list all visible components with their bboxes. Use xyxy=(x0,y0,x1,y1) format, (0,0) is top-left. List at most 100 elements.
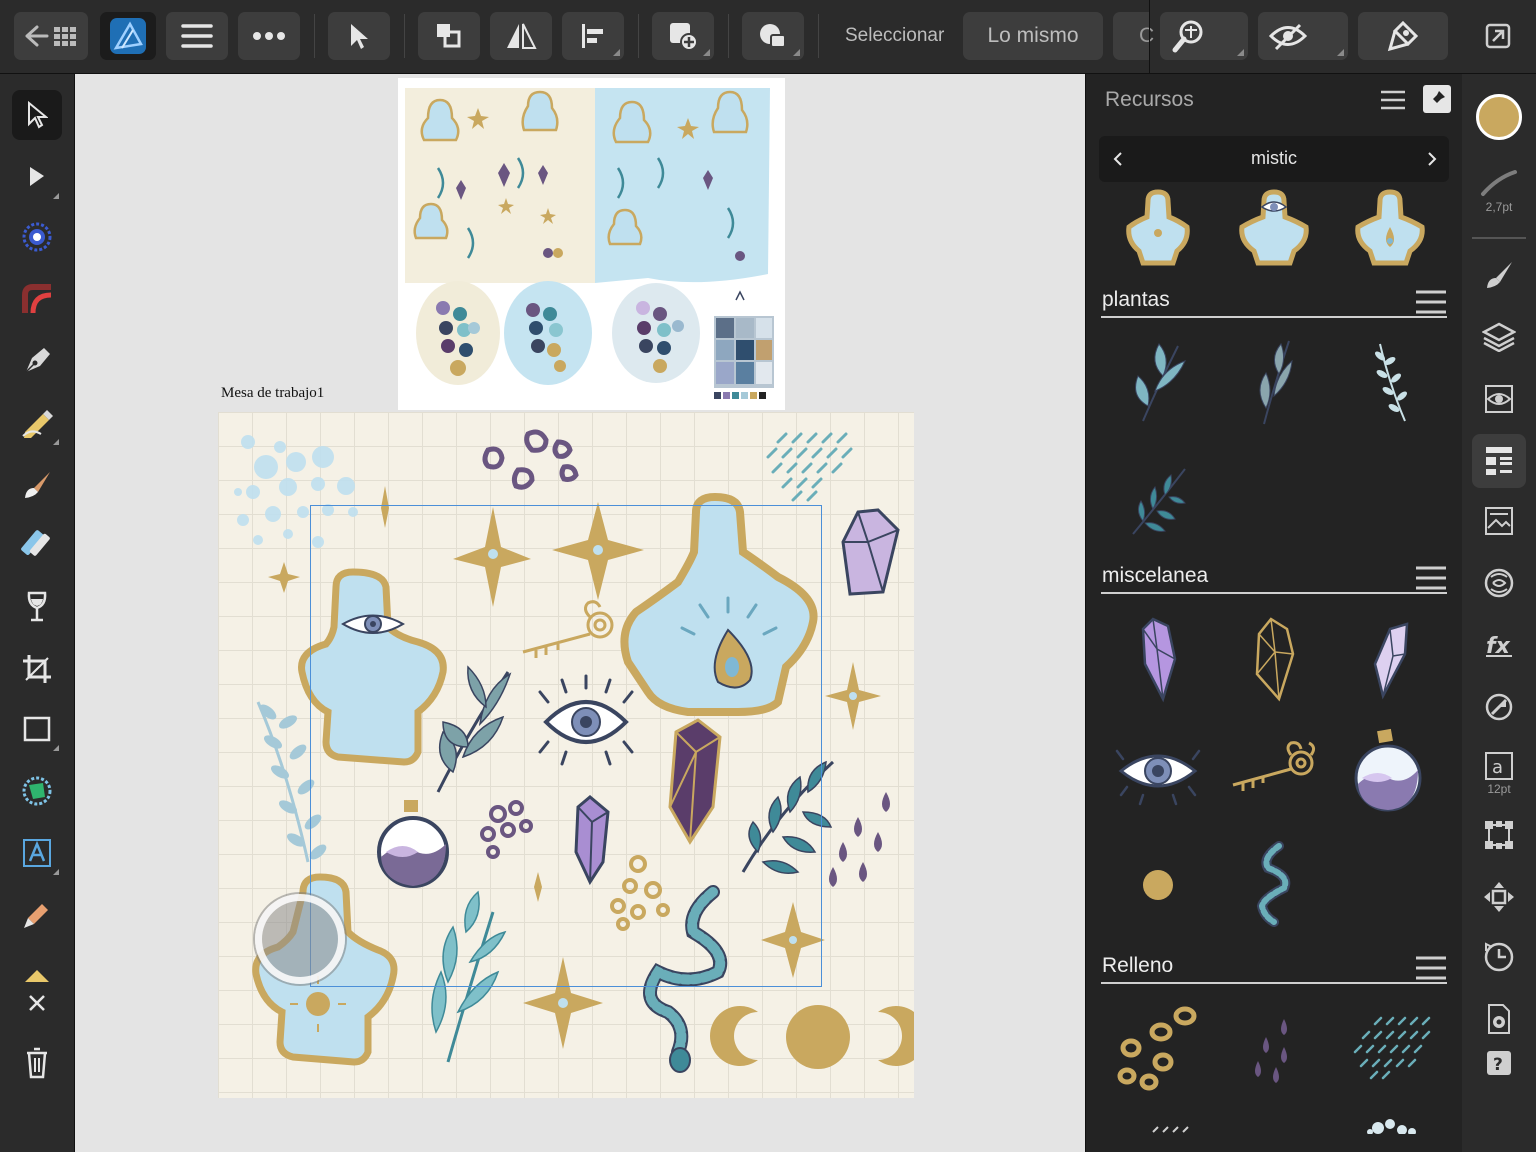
arrow-left-icon xyxy=(25,25,76,47)
asset-eye[interactable] xyxy=(1113,726,1203,816)
stock-image-icon xyxy=(1485,507,1513,535)
fill-brush-icon xyxy=(21,530,50,556)
history-studio-button[interactable] xyxy=(1472,930,1526,984)
artboard-title: Mesa de trabajo1 xyxy=(221,385,325,401)
effects-studio-button[interactable]: fx xyxy=(1472,618,1526,672)
asset-potion[interactable] xyxy=(1345,726,1435,816)
flip-button[interactable] xyxy=(490,12,552,60)
reference-sheet-illustration xyxy=(405,88,777,402)
asset-crystal-lilac[interactable] xyxy=(1345,614,1435,704)
export-button[interactable] xyxy=(1472,12,1524,60)
asset-teal-dashes[interactable] xyxy=(1345,1004,1435,1094)
crystal-icon xyxy=(1141,617,1177,703)
pencil-tool[interactable] xyxy=(12,398,62,448)
snapping-button[interactable] xyxy=(1160,12,1248,60)
pin-panel-button[interactable] xyxy=(1423,85,1451,113)
brushes-studio-button[interactable] xyxy=(1472,248,1526,302)
asset-key[interactable] xyxy=(1229,726,1319,816)
navigator-studio-button[interactable] xyxy=(1472,870,1526,924)
category-selector[interactable]: mistic xyxy=(1099,136,1449,182)
move-tool[interactable] xyxy=(12,90,62,140)
leaf-sprig-icon xyxy=(1375,343,1407,422)
layers-studio-button[interactable] xyxy=(1472,310,1526,364)
section-relleno: Relleno xyxy=(1101,954,1447,984)
chevron-right-icon[interactable] xyxy=(1427,151,1437,167)
asset-pattern-partial-1[interactable] xyxy=(1113,1114,1203,1144)
asset-bubbles-partial[interactable] xyxy=(1345,1114,1435,1144)
asset-leaf-branch-2[interactable] xyxy=(1229,336,1319,426)
asset-leaf-branch-4[interactable] xyxy=(1113,454,1203,544)
persona-button[interactable] xyxy=(100,12,156,60)
snake-icon xyxy=(1256,841,1291,927)
fill-color-swatch[interactable] xyxy=(1472,90,1526,144)
asset-hamsa-3[interactable] xyxy=(1345,184,1435,274)
assistant-icon xyxy=(1387,20,1419,52)
arrange-icon xyxy=(437,24,461,48)
transparency-studio-button[interactable] xyxy=(1472,680,1526,734)
align-button[interactable] xyxy=(562,12,624,60)
section-menu-icon[interactable] xyxy=(1415,290,1447,314)
history-clock-icon xyxy=(1484,942,1514,972)
assets-studio-button[interactable] xyxy=(1472,434,1526,488)
stock-studio-button[interactable] xyxy=(1472,494,1526,548)
asset-leaf-branch-3[interactable] xyxy=(1345,336,1435,426)
fill-tool[interactable] xyxy=(12,520,62,570)
toolbar-divider xyxy=(1149,0,1150,74)
artistic-text-tool[interactable] xyxy=(12,828,62,878)
transform-studio-button[interactable] xyxy=(1472,808,1526,862)
pen-tool[interactable] xyxy=(12,336,62,386)
section-menu-icon[interactable] xyxy=(1415,956,1447,980)
close-tools-button[interactable] xyxy=(12,978,62,1028)
asset-purple-drops[interactable] xyxy=(1229,1004,1319,1094)
node-tool[interactable] xyxy=(12,152,62,202)
artboard[interactable] xyxy=(218,412,914,1098)
appearance-studio-button[interactable] xyxy=(1472,372,1526,426)
move-tool-icon xyxy=(351,24,368,49)
document-menu-button[interactable] xyxy=(166,12,228,60)
color-picker-tool[interactable] xyxy=(12,890,62,940)
section-menu-icon[interactable] xyxy=(1415,566,1447,590)
stroke-icon xyxy=(1481,170,1517,196)
boolean-operations-button[interactable] xyxy=(742,12,804,60)
asset-snake[interactable] xyxy=(1229,840,1319,930)
text-studio-button[interactable]: a 12pt xyxy=(1472,742,1526,806)
toolbar-divider xyxy=(314,14,315,58)
reference-sheet-thumbnail[interactable] xyxy=(398,78,785,410)
help-studio-button[interactable]: ? xyxy=(1472,1036,1526,1090)
asset-moon-phases[interactable] xyxy=(1113,840,1203,930)
corner-tool[interactable] xyxy=(12,212,62,262)
panel-menu-icon[interactable] xyxy=(1380,90,1406,110)
mystic-pattern-illustration xyxy=(234,429,914,1073)
asset-crystal-purple[interactable] xyxy=(1113,614,1203,704)
delete-button[interactable] xyxy=(12,1038,62,1088)
back-to-documents-button[interactable] xyxy=(14,12,88,60)
arrange-button[interactable] xyxy=(418,12,480,60)
shape-builder-tool[interactable] xyxy=(12,766,62,816)
help-icon: ? xyxy=(1487,1051,1511,1075)
section-label: miscelanea xyxy=(1102,564,1209,587)
transparency-tool[interactable] xyxy=(12,582,62,632)
select-same-dropdown[interactable]: Lo mismo xyxy=(963,12,1103,60)
asset-crystal-gold[interactable] xyxy=(1229,614,1319,704)
move-tool-button[interactable] xyxy=(328,12,390,60)
view-mode-button[interactable] xyxy=(1258,12,1348,60)
asset-hamsa-1[interactable] xyxy=(1113,184,1203,274)
moon-phases-icon xyxy=(1119,870,1197,900)
select-same-secondary[interactable]: C xyxy=(1113,12,1154,60)
align-icon xyxy=(582,24,603,48)
canvas-area[interactable]: Mesa de trabajo1 xyxy=(75,74,1085,1152)
vector-brush-tool[interactable] xyxy=(12,460,62,510)
crop-tool[interactable] xyxy=(12,644,62,694)
asset-hamsa-2[interactable] xyxy=(1229,184,1319,274)
assistant-button[interactable] xyxy=(1358,12,1448,60)
rectangle-tool[interactable] xyxy=(12,704,62,754)
asset-gold-rings[interactable] xyxy=(1113,1004,1203,1094)
point-transform-tool[interactable] xyxy=(12,274,62,324)
corner-tool-icon xyxy=(22,222,52,252)
more-button[interactable] xyxy=(238,12,300,60)
symbols-studio-button[interactable] xyxy=(1472,556,1526,610)
asset-leaf-branch-1[interactable] xyxy=(1113,336,1203,426)
stroke-width-button[interactable]: 2,7pt xyxy=(1472,156,1526,226)
insert-button[interactable] xyxy=(652,12,714,60)
view-mode-icon xyxy=(1268,23,1308,51)
